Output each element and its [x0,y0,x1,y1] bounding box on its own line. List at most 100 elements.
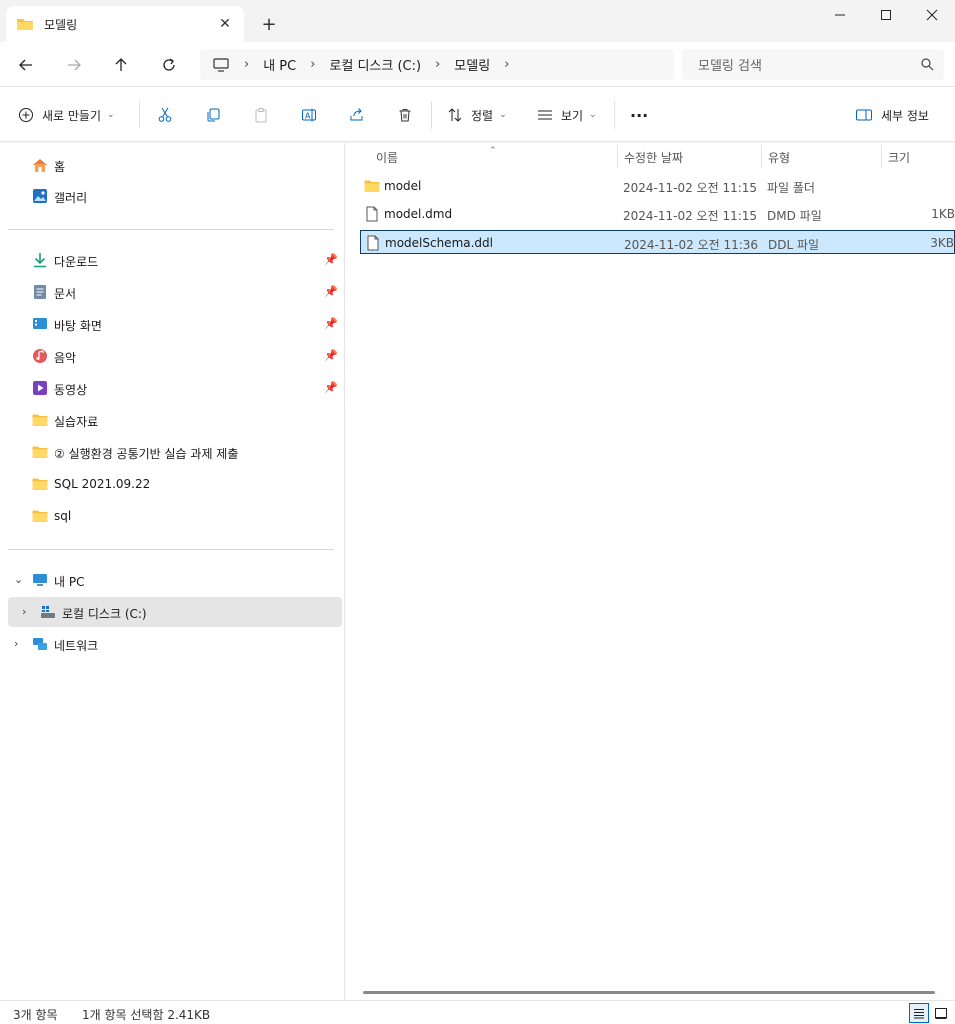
view-button[interactable]: 보기 ⌄ [537,87,597,143]
details-pane-icon [856,109,872,121]
sidebar-item-desktop[interactable]: 바탕 화면 📌 [8,309,342,339]
close-icon [926,9,938,21]
sidebar-item-label: 동영상 [54,383,88,397]
desktop-icon [33,318,47,329]
details-view-button[interactable] [909,1003,929,1023]
network-icon [33,638,47,650]
pin-icon[interactable]: 📌 [324,381,338,394]
sidebar-item-label: 갤러리 [54,191,88,205]
pc-icon [33,574,47,586]
file-row-modelschema-ddl[interactable]: modelSchema.ddl 2024-11-02 오전 11:36 DDL … [360,230,955,254]
breadcrumb-chevron-icon: › [310,57,316,72]
chevron-down-icon: ⌄ [107,110,115,120]
file-date: 2024-11-02 오전 11:15 [623,209,758,223]
folder-icon [32,446,48,458]
rename-button[interactable]: A [301,87,317,143]
more-options-button[interactable]: ··· [630,87,648,143]
sidebar-item-folder[interactable]: sql [8,501,342,531]
file-type: DMD 파일 [767,209,822,223]
tab-modeling[interactable]: 모델링 ✕ [6,6,244,42]
maximize-button[interactable] [863,0,909,30]
sidebar-item-this-pc[interactable]: ⌄ 내 PC [8,565,342,595]
refresh-button[interactable] [156,52,182,78]
up-button[interactable] [108,52,134,78]
new-tab-button[interactable]: + [258,13,280,35]
breadcrumb-item-pc[interactable]: 내 PC [263,55,296,74]
command-bar: 새로 만들기 ⌄ A 정렬 ⌄ 보기 ⌄ ··· 세부 정보 [0,86,955,142]
sidebar-item-label: 실습자료 [54,415,99,429]
close-tab-button[interactable]: ✕ [216,15,234,33]
details-pane-label: 세부 정보 [881,108,929,123]
title-bar: 모델링 ✕ + [0,0,955,44]
tiles-view-button[interactable] [931,1003,951,1023]
column-divider[interactable] [881,145,882,169]
gallery-icon [33,189,47,203]
sidebar-item-music[interactable]: 음악 📌 [8,341,342,371]
forward-button[interactable] [61,52,87,78]
sort-button-label: 정렬 [471,108,494,123]
new-button-label: 새로 만들기 [42,108,102,123]
breadcrumb-item-modeling[interactable]: 모델링 [454,55,490,74]
column-header-name[interactable]: 이름 [376,143,398,171]
sidebar-item-downloads[interactable]: 다운로드 📌 [8,245,342,275]
copy-button[interactable] [205,87,221,143]
cut-button[interactable] [157,87,173,143]
share-button[interactable] [349,87,365,143]
sidebar-item-network[interactable]: › 네트워크 [8,629,342,659]
sidebar-item-label: 문서 [54,287,77,301]
search-input[interactable]: 모델링 검색 [682,49,944,80]
sidebar-item-folder[interactable]: 실습자료 [8,405,342,435]
toolbar-divider [431,101,432,129]
plus-circle-icon [19,108,33,122]
column-divider[interactable] [617,145,618,169]
file-row-model[interactable]: model 2024-11-02 오전 11:15 파일 폴더 [360,174,955,198]
column-header-size[interactable]: 크기 [888,143,910,171]
sidebar-item-folder[interactable]: ② 실행환경 공통기반 실습 과제 제출 [8,437,342,467]
file-name: model.dmd [384,207,453,221]
breadcrumb[interactable]: › 내 PC › 로컬 디스크 (C:) › 모델링 › [200,49,674,80]
horizontal-scrollbar[interactable] [363,991,935,994]
file-date: 2024-11-02 오전 11:15 [623,181,758,195]
minimize-button[interactable] [817,0,863,30]
chevron-right-icon[interactable]: › [22,605,26,618]
file-type: DDL 파일 [768,238,820,252]
file-row-model-dmd[interactable]: model.dmd 2024-11-02 오전 11:15 DMD 파일 1KB [360,202,955,226]
music-icon [33,349,47,363]
paste-button[interactable] [253,87,269,143]
search-icon [921,58,934,71]
sidebar-item-gallery[interactable]: 갤러리 [8,181,342,211]
sidebar-item-local-disk[interactable]: › 로컬 디스크 (C:) [8,597,342,627]
pin-icon[interactable]: 📌 [324,285,338,298]
close-window-button[interactable] [909,0,955,30]
pin-icon[interactable]: 📌 [324,253,338,266]
details-pane-button[interactable]: 세부 정보 [855,87,929,143]
sort-button[interactable]: 정렬 ⌄ [447,87,507,143]
sidebar-item-folder[interactable]: SQL 2021.09.22 [8,469,342,499]
back-button[interactable] [13,52,39,78]
maximize-icon [881,10,891,20]
sidebar-item-videos[interactable]: 동영상 📌 [8,373,342,403]
new-button[interactable]: 새로 만들기 ⌄ [18,87,115,143]
monitor-icon [213,57,229,72]
item-count: 3개 항목 [13,1008,58,1022]
list-view-icon [538,110,552,120]
column-divider[interactable] [761,145,762,169]
breadcrumb-item-drive[interactable]: 로컬 디스크 (C:) [329,55,421,74]
status-bar: 3개 항목 1개 항목 선택함 2.41KB [0,1000,955,1024]
delete-button[interactable] [397,87,413,143]
search-placeholder: 모델링 검색 [698,59,762,74]
toolbar-divider [614,101,615,129]
copy-icon [207,108,220,122]
chevron-right-icon[interactable]: › [14,637,18,650]
column-header-type[interactable]: 유형 [768,143,790,171]
column-header-date[interactable]: 수정한 날짜 [624,143,683,171]
pin-icon[interactable]: 📌 [324,349,338,362]
sidebar-item-label: SQL 2021.09.22 [54,477,151,491]
folder-icon [364,180,380,192]
sidebar-item-documents[interactable]: 문서 📌 [8,277,342,307]
chevron-down-icon[interactable]: ⌄ [14,573,23,586]
pin-icon[interactable]: 📌 [324,317,338,330]
share-icon [350,108,363,121]
sidebar-item-home[interactable]: 홈 [8,150,342,180]
breadcrumb-chevron-icon: › [244,57,250,72]
